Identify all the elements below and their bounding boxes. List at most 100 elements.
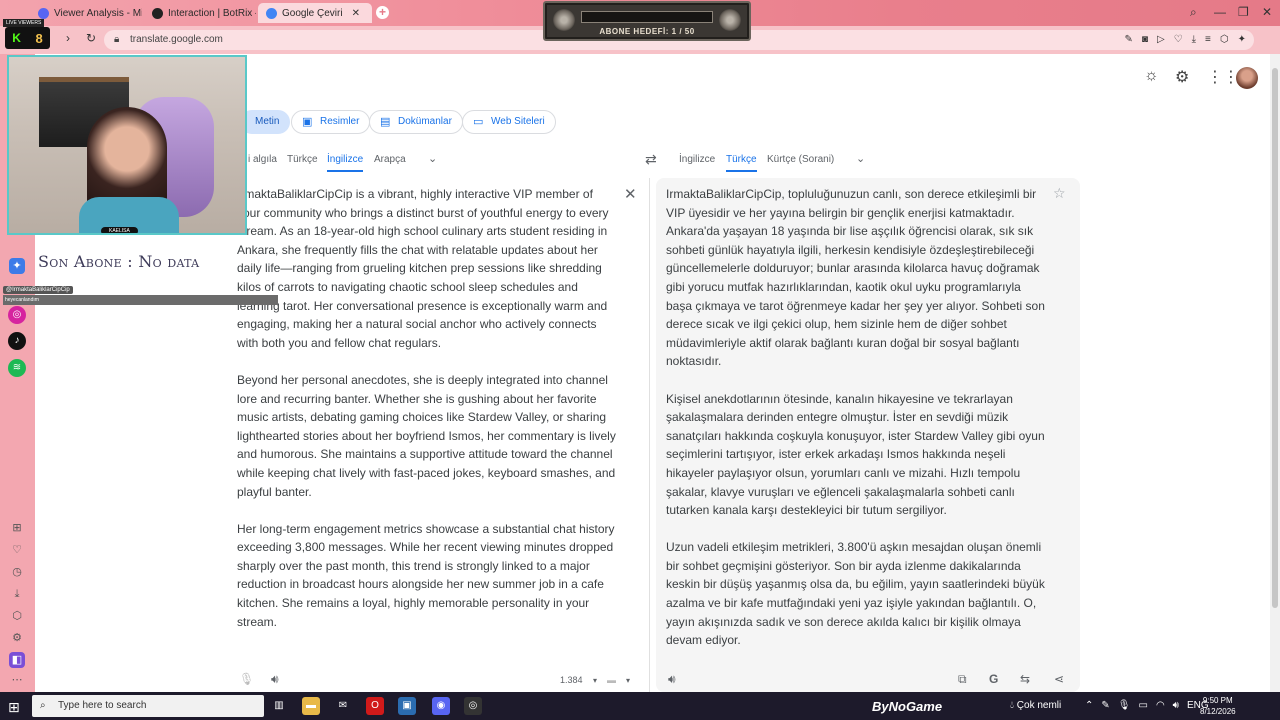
input-tools-dropdown-icon[interactable]: ▾ xyxy=(626,676,630,685)
download-icon[interactable]: ⤓ xyxy=(1192,34,1196,45)
copy-icon[interactable]: ⧉ xyxy=(958,672,967,687)
taskbar-search[interactable]: ⌕ Type here to search xyxy=(32,695,264,717)
close-window-icon[interactable]: ✕ xyxy=(1262,5,1272,19)
type-documents-button[interactable]: ▤ Dokümanlar xyxy=(369,110,463,134)
page-scrollbar[interactable] xyxy=(1270,54,1280,692)
kick-viewers-badge: K 8 xyxy=(5,27,50,49)
new-tab-button[interactable]: + xyxy=(376,6,389,19)
source-lang-english[interactable]: İngilizce xyxy=(327,154,364,172)
site-info-icon[interactable]: 🔒︎ xyxy=(114,30,119,50)
sidebar-box-icon[interactable]: ⬡ xyxy=(9,608,25,624)
save-translation-star-icon[interactable]: ☆ xyxy=(1053,185,1066,202)
target-lang-english[interactable]: İngilizce xyxy=(679,154,715,165)
clock[interactable]: 9:50 PM 8/12/2026 xyxy=(1200,695,1236,717)
sidebar-history-icon[interactable]: ◷ xyxy=(9,564,25,580)
mic-icon[interactable]: 🎙︎ xyxy=(1118,700,1131,711)
obs-icon[interactable]: ◎ xyxy=(464,697,482,715)
type-label: Dokümanlar xyxy=(398,116,452,127)
source-lang-detect[interactable]: i algıla xyxy=(248,154,277,165)
source-paragraph: Beyond her personal anecdotes, she is de… xyxy=(237,372,616,499)
tab-title: Interaction | BotRix — Clo xyxy=(168,7,256,19)
target-lang-kurdish[interactable]: Kürtçe (Sorani) xyxy=(767,154,834,165)
translation-paragraph: IrmaktaBaliklarCipCip, topluluğunuzun ca… xyxy=(666,187,1045,369)
file-explorer-icon[interactable]: ▬ xyxy=(302,697,320,715)
sidebar-more-icon[interactable]: ⋯ xyxy=(9,672,25,688)
sidebar-heart-icon[interactable]: ♡ xyxy=(9,542,25,558)
rate-translation-icon[interactable]: ⇆ xyxy=(1020,672,1030,686)
theme-toggle-icon[interactable]: ☼ xyxy=(1144,67,1159,85)
clear-source-icon[interactable]: ✕ xyxy=(624,185,637,203)
sidebar-extension-icon[interactable]: ◧ xyxy=(9,652,25,668)
restore-icon[interactable]: ❐ xyxy=(1238,5,1249,19)
source-text[interactable]: IrmaktaBaliklarCipCip is a vibrant, high… xyxy=(237,185,617,650)
close-tab-icon[interactable]: ✕ xyxy=(352,8,360,19)
source-lang-arabic[interactable]: Arapça xyxy=(374,154,406,165)
sidebar-settings-icon[interactable]: ⚙ xyxy=(9,630,25,646)
search-tabs-icon[interactable]: ⌕ xyxy=(1190,5,1197,20)
weather-text: Çok nemli xyxy=(1016,700,1062,711)
discord-icon xyxy=(38,7,49,19)
system-tray: ⌃ ✎ 🎙︎ ▭ ◠ 🔊︎ ENG xyxy=(1085,700,1209,711)
ai-icon[interactable]: ✦ xyxy=(1238,34,1246,45)
windows-start-icon[interactable]: ⊞ xyxy=(8,699,20,716)
pen-icon[interactable]: ✎ xyxy=(1101,700,1109,711)
tab-google-translate[interactable]: Google Çeviri ✕ xyxy=(258,3,372,23)
app-window-icon[interactable]: ▣ xyxy=(398,697,416,715)
heart-icon[interactable]: ♡ xyxy=(1174,34,1183,45)
network-icon[interactable]: ▭ xyxy=(1138,700,1147,711)
minimize-icon[interactable]: — xyxy=(1214,5,1226,19)
microphone-icon[interactable]: 🎙︎ xyxy=(239,672,254,686)
google-translate-icon xyxy=(266,7,277,19)
show-hidden-icon[interactable]: ⌃ xyxy=(1085,700,1093,711)
google-search-icon[interactable]: G xyxy=(989,672,998,686)
listen-source-icon[interactable]: 🔊︎ xyxy=(271,672,279,687)
camera-icon[interactable]: ◙ xyxy=(1142,34,1148,45)
swap-languages-icon[interactable]: ⇄ xyxy=(645,151,657,168)
scrollbar-thumb[interactable] xyxy=(1272,68,1278,608)
source-paragraph: Her long-term engagement metrics showcas… xyxy=(237,521,615,629)
sidebar-grid-icon[interactable]: ⊞ xyxy=(9,520,25,536)
sidebar-app-icon[interactable]: ✦ xyxy=(9,258,25,274)
clock-date: 8/12/2026 xyxy=(1200,707,1236,716)
discord-taskbar-icon[interactable]: ◉ xyxy=(432,697,450,715)
target-lang-more-icon[interactable]: ⌄ xyxy=(856,152,865,165)
dropdown-icon[interactable]: ▾ xyxy=(593,676,597,685)
last-subscriber-label: Son Abone : No data xyxy=(38,252,200,271)
reload-icon[interactable]: ↻ xyxy=(86,31,96,45)
settings-gear-icon[interactable]: ⚙ xyxy=(1175,67,1189,87)
opera-icon[interactable]: O xyxy=(366,697,384,715)
mail-icon[interactable]: ✉ xyxy=(334,697,352,715)
task-view-icon[interactable]: ▥ xyxy=(270,697,288,715)
char-count: 1.384 xyxy=(560,675,583,685)
toolbar-icons: ✎ ◙ ▷ ♡ ⤓ ≡ ⬡ ✦ xyxy=(1125,34,1247,45)
type-websites-button[interactable]: ▭ Web Siteleri xyxy=(462,110,556,134)
account-avatar[interactable] xyxy=(1236,67,1258,89)
target-lang-turkish[interactable]: Türkçe xyxy=(726,154,757,172)
listen-translation-icon[interactable]: 🔊︎ xyxy=(668,672,676,687)
menu-icon[interactable]: ≡ xyxy=(1205,34,1211,45)
tab-viewer-analysis[interactable]: Viewer Analysis - MissXs xyxy=(30,3,142,23)
search-placeholder: Type here to search xyxy=(58,700,147,711)
extensions-icon[interactable]: ⬡ xyxy=(1220,34,1229,45)
sidebar-download-icon[interactable]: ⤓ xyxy=(9,586,25,602)
keyboard-icon[interactable]: ▬ xyxy=(607,675,616,685)
source-lang-turkish[interactable]: Türkçe xyxy=(287,154,318,165)
tab-botrix[interactable]: Interaction | BotRix — Clo xyxy=(144,3,256,23)
weather-widget[interactable]: 💧︎ Çok nemli xyxy=(1010,700,1061,711)
type-text-button[interactable]: Metin xyxy=(240,110,291,134)
share-icon[interactable]: ⋖ xyxy=(1054,672,1064,686)
tab-title: Google Çeviri xyxy=(282,7,343,19)
play-icon[interactable]: ▷ xyxy=(1157,34,1165,45)
webcam-overlay: KAELISA xyxy=(7,55,247,235)
wifi-icon[interactable]: ◠ xyxy=(1156,700,1165,711)
type-label: Web Siteleri xyxy=(491,116,545,127)
chat-message: heyecanlandım xyxy=(3,295,278,305)
clock-time: 9:50 PM xyxy=(1202,696,1233,705)
apps-grid-icon[interactable]: ⋮⋮ xyxy=(1207,67,1239,87)
type-images-button[interactable]: ▣ Resimler xyxy=(291,110,371,134)
edit-icon[interactable]: ✎ xyxy=(1125,34,1133,45)
forward-icon[interactable]: › xyxy=(66,31,70,45)
volume-icon[interactable]: 🔊︎ xyxy=(1173,700,1179,711)
source-lang-more-icon[interactable]: ⌄ xyxy=(428,152,437,165)
instagram-icon: ◎ xyxy=(8,306,26,324)
